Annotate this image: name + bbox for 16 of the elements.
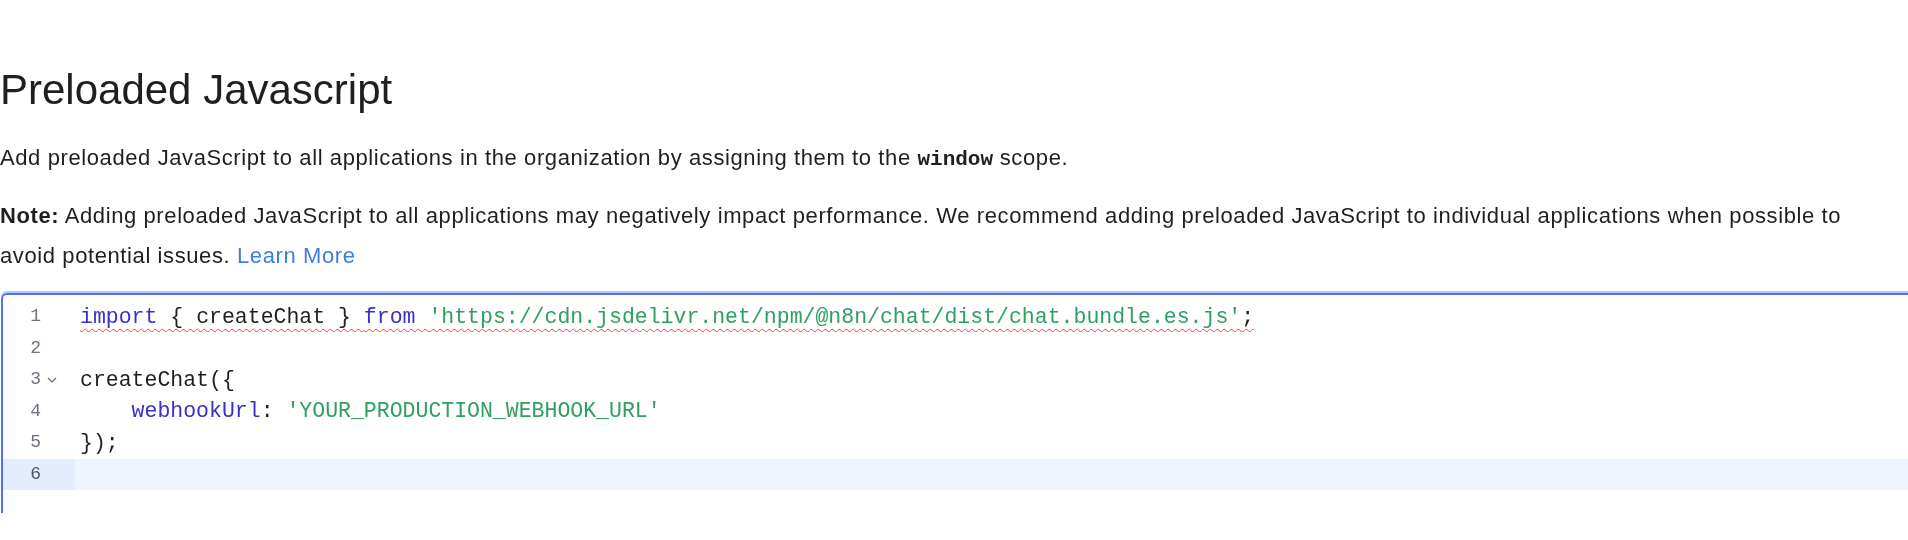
line-number: 6 xyxy=(29,462,41,486)
line-number: 1 xyxy=(29,305,41,329)
line-number: 3 xyxy=(29,368,41,392)
code-line: }); xyxy=(79,429,119,457)
line-number: 5 xyxy=(29,431,41,455)
learn-more-link[interactable]: Learn More xyxy=(237,243,356,268)
code-editor[interactable]: 1 import { createChat } from 'https://cdn.jsdelivr.net/npm/@n8n/chat/dist/chat.bundle.es.js'; 2 3 createChat({ 4 webhookUrl: 'YOUR_PRODUCTION_WEBHOOK_URL' 5 }); 6 xyxy=(1,293,1908,513)
line-number: 4 xyxy=(29,399,41,423)
line-number: 2 xyxy=(29,336,41,360)
note-text: Note: Adding preloaded JavaScript to all applications may negatively impact performance. We recommend adding preloaded JavaScript to individual applications when possible to avoid potential issues. Learn More xyxy=(0,202,1843,270)
code-line: createChat({ xyxy=(79,366,235,394)
description-text: Add preloaded JavaScript to all applications in the organization by assigning them to the window scope. xyxy=(0,144,1069,173)
section-heading: Preloaded Javascript xyxy=(0,66,393,114)
fold-chevron-icon[interactable] xyxy=(47,375,57,384)
code-line: import { createChat } from 'https://cdn.jsdelivr.net/npm/@n8n/chat/dist/chat.bundle.es.js'; xyxy=(79,303,1255,331)
code-line: webhookUrl: 'YOUR_PRODUCTION_WEBHOOK_URL' xyxy=(130,398,661,426)
